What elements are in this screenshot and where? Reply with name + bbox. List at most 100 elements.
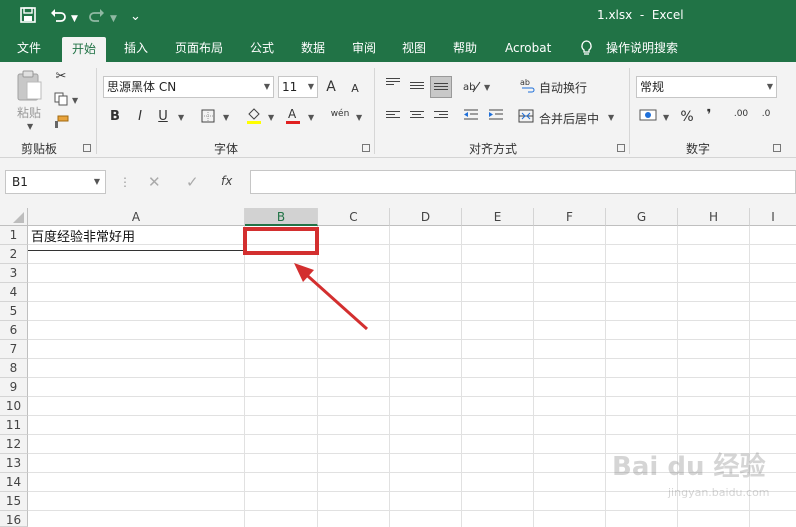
- tab-data[interactable]: 数据: [301, 40, 325, 62]
- font-size-select[interactable]: 11 ▼: [278, 76, 318, 98]
- save-icon[interactable]: [20, 7, 36, 28]
- column-header-g[interactable]: G: [606, 208, 678, 226]
- column-header-a[interactable]: A: [28, 208, 245, 226]
- row-header[interactable]: 12: [0, 435, 28, 454]
- column-header-d[interactable]: D: [390, 208, 462, 226]
- font-color-icon[interactable]: A: [285, 106, 301, 129]
- insert-function-icon[interactable]: fx: [221, 174, 232, 188]
- row-header[interactable]: 2: [0, 245, 28, 264]
- bold-button[interactable]: B: [108, 109, 122, 125]
- undo-icon[interactable]: [50, 7, 66, 28]
- column-header-e[interactable]: E: [462, 208, 534, 226]
- grow-font-icon[interactable]: A: [324, 79, 338, 95]
- row-header[interactable]: 13: [0, 454, 28, 473]
- customize-toolbar-icon[interactable]: ⌄: [130, 7, 141, 27]
- middle-align-icon[interactable]: [410, 82, 424, 94]
- clipboard-launcher-icon[interactable]: [83, 144, 91, 152]
- alignment-launcher-icon[interactable]: [617, 144, 625, 152]
- fill-color-dropdown-icon[interactable]: ▼: [268, 113, 274, 122]
- shrink-font-icon[interactable]: A: [348, 81, 362, 97]
- copy-icon[interactable]: [52, 92, 70, 111]
- row-header[interactable]: 14: [0, 473, 28, 492]
- row-header[interactable]: 5: [0, 302, 28, 321]
- fill-color-icon[interactable]: [246, 106, 262, 129]
- cell-a1[interactable]: 百度经验非常好用: [31, 228, 135, 248]
- formula-input[interactable]: [250, 170, 796, 194]
- row-header[interactable]: 11: [0, 416, 28, 435]
- column-header-b[interactable]: B: [245, 208, 318, 226]
- column-header-h[interactable]: H: [678, 208, 750, 226]
- cut-icon[interactable]: ✂: [52, 69, 70, 85]
- font-launcher-icon[interactable]: [362, 144, 370, 152]
- comma-style-button[interactable]: ❜: [704, 107, 714, 123]
- tab-view[interactable]: 视图: [402, 40, 426, 62]
- wrap-text-button[interactable]: 自动换行: [539, 79, 587, 96]
- row-header[interactable]: 9: [0, 378, 28, 397]
- cancel-icon[interactable]: ✕: [148, 173, 161, 191]
- row-header[interactable]: 15: [0, 492, 28, 511]
- copy-dropdown-icon[interactable]: ▼: [72, 96, 78, 105]
- align-center-icon[interactable]: [410, 111, 424, 123]
- align-right-icon[interactable]: [434, 111, 448, 123]
- percent-style-button[interactable]: %: [680, 109, 694, 125]
- borders-icon[interactable]: [200, 109, 216, 128]
- row-header[interactable]: 4: [0, 283, 28, 302]
- increase-indent-icon[interactable]: [487, 108, 505, 127]
- row-header[interactable]: 6: [0, 321, 28, 340]
- underline-button[interactable]: U: [156, 109, 170, 125]
- merge-dropdown-icon[interactable]: ▼: [608, 113, 614, 122]
- column-header-i[interactable]: I: [750, 208, 796, 226]
- redo-icon[interactable]: [89, 7, 105, 28]
- name-box[interactable]: B1 ▼: [5, 170, 106, 194]
- orientation-icon[interactable]: ab: [463, 78, 481, 99]
- row-header[interactable]: 8: [0, 359, 28, 378]
- font-name-select[interactable]: 思源黑体 CN ▼: [103, 76, 274, 98]
- decrease-decimal-icon[interactable]: .0: [757, 106, 775, 122]
- phonetic-guide-icon[interactable]: wén: [330, 106, 350, 122]
- redo-dropdown-icon[interactable]: ▼: [110, 9, 117, 29]
- decrease-indent-icon[interactable]: [462, 108, 480, 127]
- worksheet-grid[interactable]: A B C D E F G H I 1 2 3 4 5 6 7 8 9 10 1…: [0, 208, 796, 527]
- column-header-f[interactable]: F: [534, 208, 606, 226]
- undo-dropdown-icon[interactable]: ▼: [71, 9, 78, 29]
- borders-dropdown-icon[interactable]: ▼: [223, 113, 229, 122]
- italic-button[interactable]: I: [133, 109, 147, 125]
- tab-formulas[interactable]: 公式: [250, 40, 274, 62]
- tab-home[interactable]: 开始: [62, 37, 107, 62]
- paste-icon[interactable]: [15, 70, 43, 105]
- row-header[interactable]: 7: [0, 340, 28, 359]
- row-header[interactable]: 16: [0, 511, 28, 527]
- enter-icon[interactable]: ✓: [186, 173, 199, 191]
- top-align-icon[interactable]: [386, 78, 400, 90]
- tab-insert[interactable]: 插入: [124, 40, 148, 62]
- tab-review[interactable]: 审阅: [352, 40, 376, 62]
- merge-center-icon[interactable]: [518, 109, 534, 128]
- select-all-button[interactable]: [0, 208, 28, 226]
- paste-button[interactable]: 粘贴: [17, 104, 41, 121]
- number-launcher-icon[interactable]: [773, 144, 781, 152]
- row-header[interactable]: 1: [0, 226, 28, 245]
- paste-dropdown-icon[interactable]: ▼: [27, 122, 33, 131]
- accounting-dropdown-icon[interactable]: ▼: [663, 113, 669, 122]
- tab-page-layout[interactable]: 页面布局: [175, 40, 223, 62]
- phonetic-dropdown-icon[interactable]: ▼: [356, 113, 362, 122]
- selected-cell-b1[interactable]: [243, 227, 319, 255]
- underline-dropdown-icon[interactable]: ▼: [178, 113, 184, 122]
- row-header[interactable]: 3: [0, 264, 28, 283]
- tab-help[interactable]: 帮助: [453, 40, 477, 62]
- column-header-c[interactable]: C: [318, 208, 390, 226]
- row-header[interactable]: 10: [0, 397, 28, 416]
- font-color-dropdown-icon[interactable]: ▼: [308, 113, 314, 122]
- tab-acrobat[interactable]: Acrobat: [505, 40, 551, 62]
- number-format-select[interactable]: 常规 ▼: [636, 76, 777, 98]
- tell-me-search[interactable]: 操作说明搜索: [606, 40, 678, 62]
- wrap-text-icon[interactable]: ab: [520, 77, 536, 98]
- format-painter-icon[interactable]: [52, 115, 70, 134]
- tab-file[interactable]: 文件: [17, 40, 41, 62]
- increase-decimal-icon[interactable]: .00: [732, 106, 750, 122]
- align-left-icon[interactable]: [386, 111, 400, 123]
- accounting-format-icon[interactable]: [639, 108, 657, 127]
- merge-center-button[interactable]: 合并后居中: [539, 110, 599, 127]
- bottom-align-button[interactable]: [430, 76, 452, 98]
- orientation-dropdown-icon[interactable]: ▼: [484, 83, 490, 92]
